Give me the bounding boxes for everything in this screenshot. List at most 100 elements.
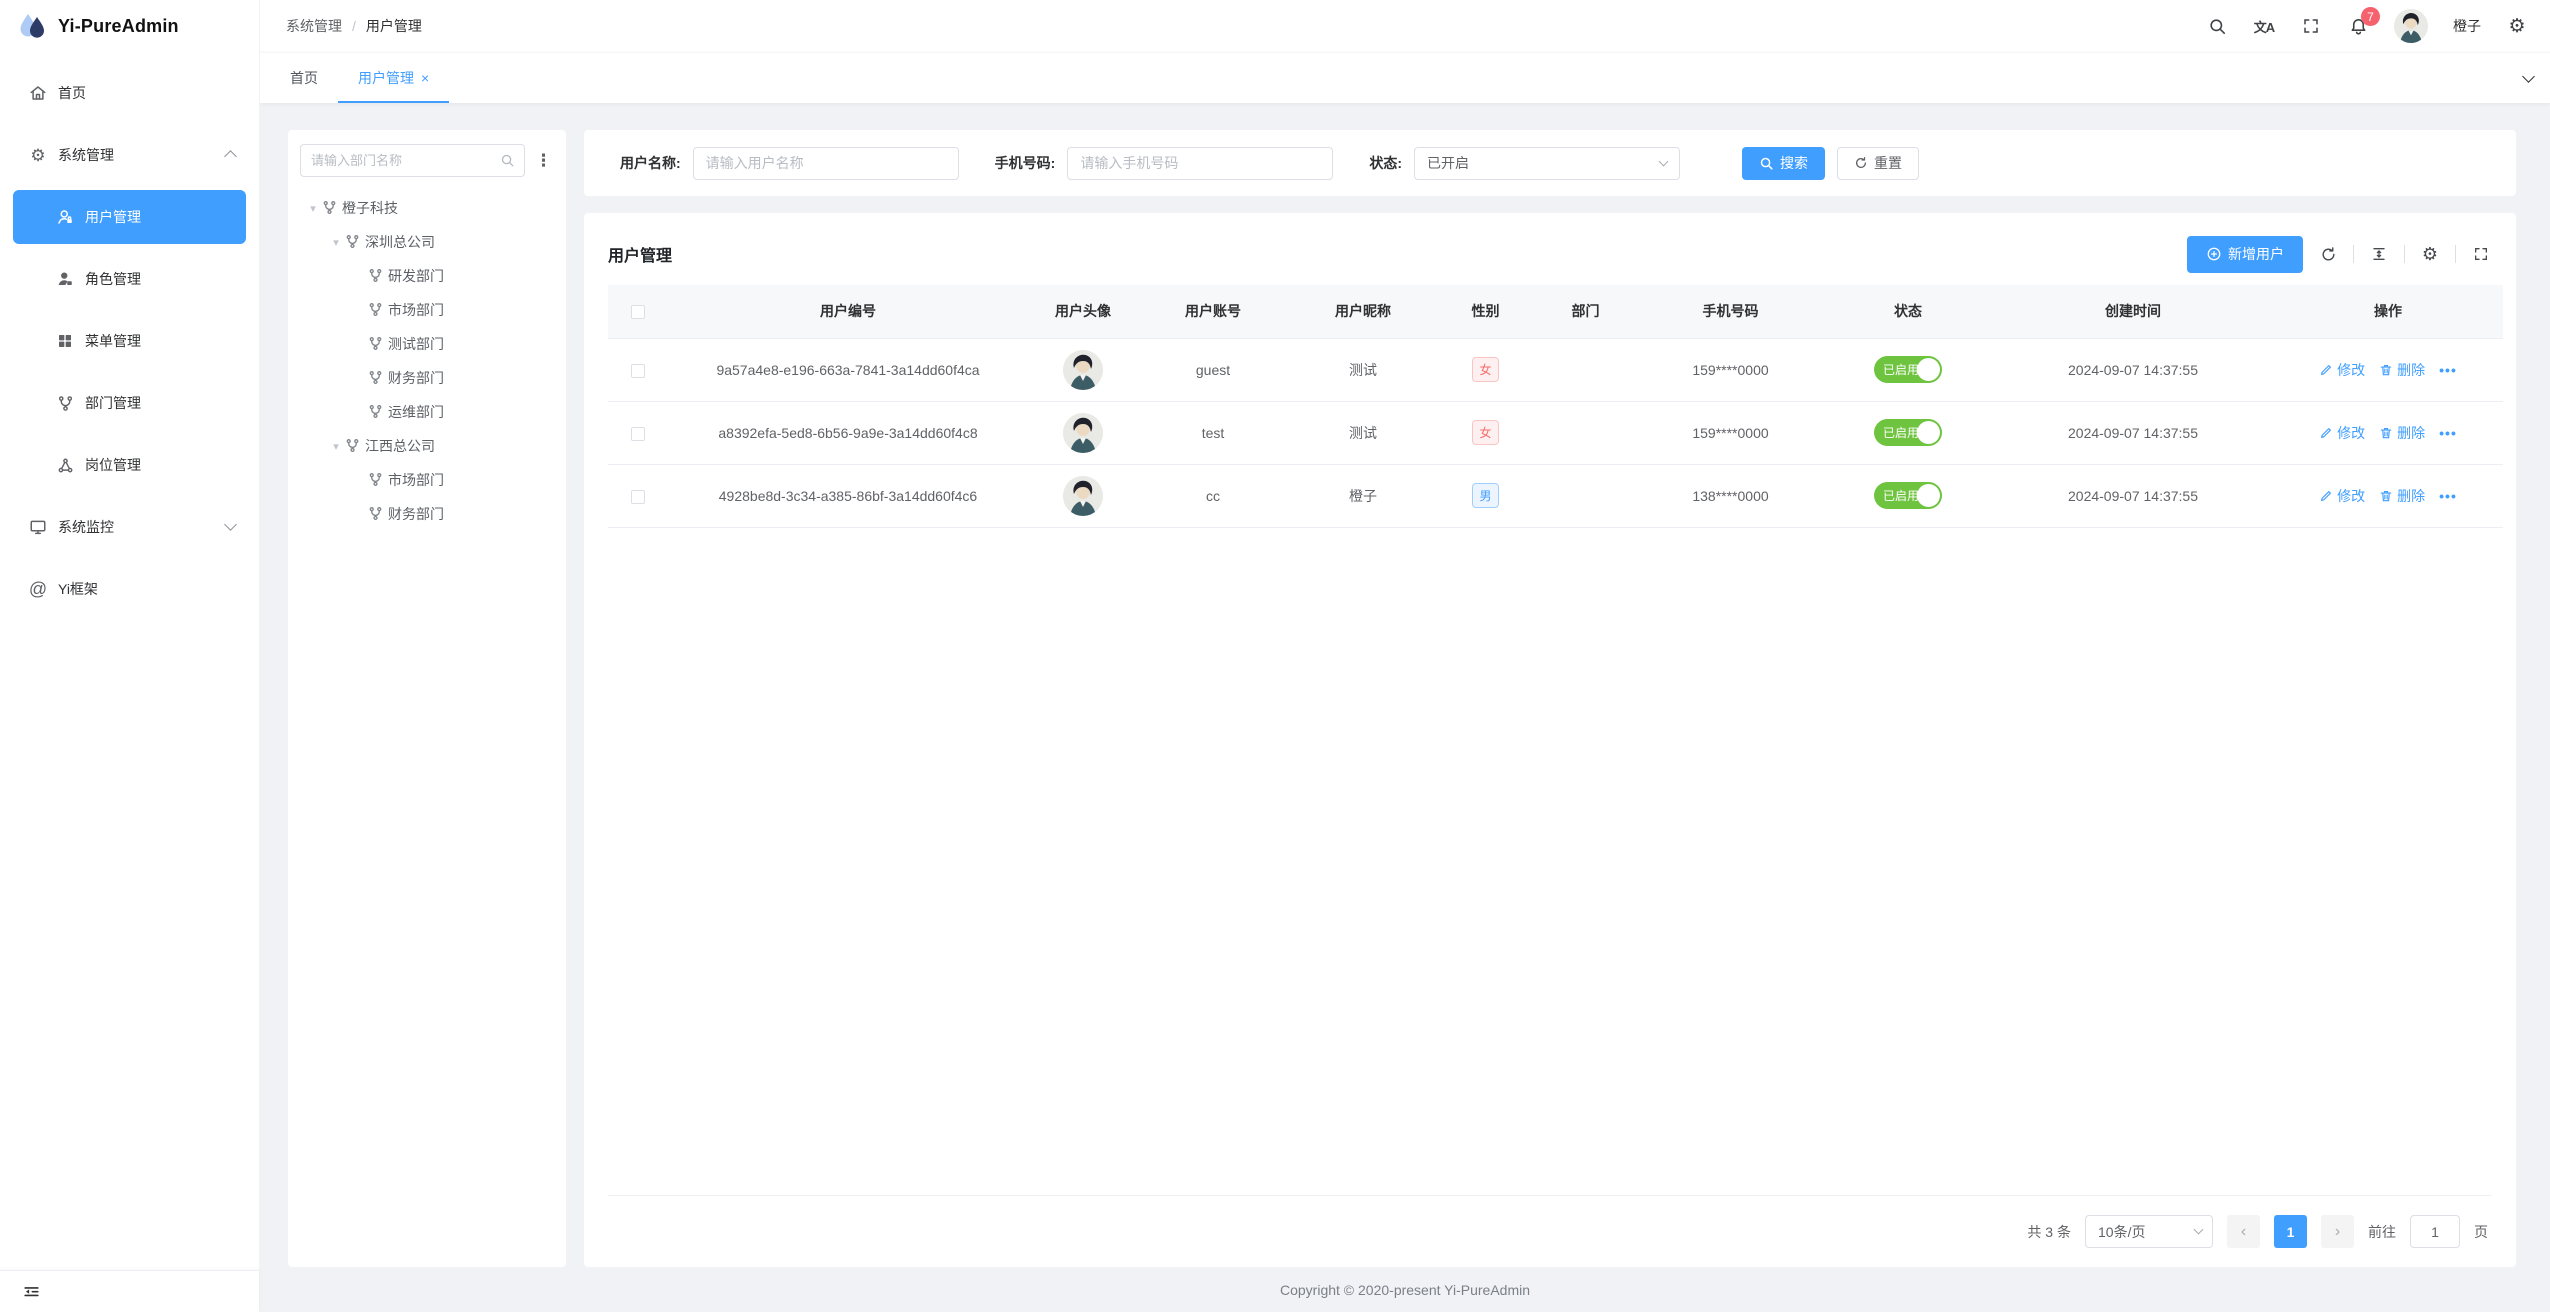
close-tab-icon[interactable]: × (421, 70, 429, 86)
pagination: 共 3 条 10条/页 ‹ 1 › 前往 页 (608, 1195, 2492, 1267)
user-avatar (1063, 350, 1103, 390)
phone-cell: 159****0000 (1638, 338, 1823, 401)
edit-link-label: 修改 (2337, 423, 2365, 443)
tree-node[interactable]: 市场部门 (300, 293, 556, 327)
row-checkbox[interactable] (631, 364, 645, 378)
sidebar-item-label: 系统管理 (58, 145, 114, 165)
row-density-icon[interactable] (2368, 243, 2390, 265)
goto-page-input[interactable] (2410, 1215, 2460, 1248)
notification-badge: 7 (2361, 7, 2380, 26)
sidebar-item-dept-management[interactable]: 部门管理 (0, 376, 259, 430)
settings-gear-icon[interactable]: ⚙ (2506, 15, 2528, 37)
delete-link[interactable]: 删除 (2379, 360, 2425, 380)
reset-button[interactable]: 重置 (1837, 147, 1919, 180)
search-button[interactable]: 搜索 (1742, 147, 1825, 180)
add-user-button-label: 新增用户 (2228, 244, 2284, 264)
caret-down-icon[interactable]: ▾ (327, 440, 345, 453)
more-actions-icon[interactable]: ••• (2439, 425, 2457, 441)
edit-link[interactable]: 修改 (2319, 486, 2365, 506)
status-toggle[interactable]: 已启用 (1874, 482, 1942, 509)
tab-user-management[interactable]: 用户管理 × (338, 53, 449, 103)
sidebar-item-label: 菜单管理 (85, 331, 141, 351)
column-settings-gear-icon[interactable]: ⚙ (2419, 243, 2441, 265)
tree-node[interactable]: ▾ 深圳总公司 (300, 225, 556, 259)
status-toggle-label: 已启用 (1883, 361, 1919, 378)
username-input[interactable] (693, 147, 959, 180)
sidebar-item-role-management[interactable]: 角色管理 (0, 252, 259, 306)
tree-node-label: 深圳总公司 (365, 232, 435, 252)
page-number-button[interactable]: 1 (2274, 1215, 2307, 1248)
bell-icon[interactable]: 7 (2347, 15, 2369, 37)
select-all-checkbox[interactable] (631, 305, 645, 319)
chevron-up-icon (224, 150, 237, 163)
collapse-sidebar-button[interactable] (22, 1282, 41, 1301)
page-size-select[interactable]: 10条/页 (2085, 1215, 2213, 1248)
more-actions-icon[interactable]: ••• (2439, 362, 2457, 378)
tree-node[interactable]: ▾ 江西总公司 (300, 429, 556, 463)
more-actions-icon[interactable]: ••• (2439, 488, 2457, 504)
prev-page-button[interactable]: ‹ (2227, 1215, 2260, 1248)
sidebar-item-system-monitor[interactable]: 系统监控 (0, 500, 259, 554)
phone-input[interactable] (1067, 147, 1333, 180)
delete-link[interactable]: 删除 (2379, 423, 2425, 443)
col-header-nickname: 用户昵称 (1288, 285, 1438, 338)
department-tree-panel: ⋮ ▾ 橙子科技 ▾ 深圳总公司 研发部门 市 (288, 130, 566, 1267)
caret-down-icon[interactable]: ▾ (327, 236, 345, 249)
tree-node[interactable]: ▾ 橙子科技 (300, 191, 556, 225)
refresh-icon[interactable] (2317, 243, 2339, 265)
sidebar-item-home[interactable]: 首页 (0, 66, 259, 120)
row-checkbox[interactable] (631, 490, 645, 504)
tree-node[interactable]: 运维部门 (300, 395, 556, 429)
created-cell: 2024-09-07 14:37:55 (1993, 464, 2273, 527)
tree-node[interactable]: 测试部门 (300, 327, 556, 361)
logo-row[interactable]: Yi-PureAdmin (0, 0, 259, 52)
delete-link[interactable]: 删除 (2379, 486, 2425, 506)
tree-node[interactable]: 财务部门 (300, 361, 556, 395)
fullscreen-icon[interactable] (2300, 15, 2322, 37)
created-cell: 2024-09-07 14:37:55 (1993, 401, 2273, 464)
branch-icon (345, 234, 362, 251)
pencil-icon (2319, 426, 2333, 440)
tree-node[interactable]: 市场部门 (300, 463, 556, 497)
next-page-button[interactable]: › (2321, 1215, 2354, 1248)
sidebar-item-menu-management[interactable]: 菜单管理 (0, 314, 259, 368)
search-icon[interactable] (2206, 15, 2228, 37)
sidebar-item-yi-frame[interactable]: @ Yi框架 (0, 562, 259, 616)
dept-search-input[interactable] (311, 153, 494, 168)
sidebar-item-label: Yi框架 (58, 579, 98, 599)
status-select[interactable]: 已开启 (1414, 147, 1680, 180)
edit-link[interactable]: 修改 (2319, 423, 2365, 443)
status-toggle[interactable]: 已启用 (1874, 356, 1942, 383)
account-cell: cc (1138, 464, 1288, 527)
edit-link-label: 修改 (2337, 360, 2365, 380)
avatar[interactable] (2394, 9, 2428, 43)
tree-node[interactable]: 财务部门 (300, 497, 556, 531)
chevron-left-icon: ‹ (2241, 1223, 2246, 1241)
tabs-bar: 首页 用户管理 × (260, 52, 2550, 103)
caret-down-icon[interactable]: ▾ (304, 202, 322, 215)
tabs-menu-chevron-icon[interactable] (2506, 53, 2550, 103)
edit-link[interactable]: 修改 (2319, 360, 2365, 380)
tab-home[interactable]: 首页 (270, 53, 338, 103)
sidebar-item-post-management[interactable]: 岗位管理 (0, 438, 259, 492)
sidebar-item-user-management[interactable]: 用户管理 (13, 190, 246, 244)
username[interactable]: 橙子 (2453, 16, 2481, 36)
sidebar-item-system-management[interactable]: ⚙ 系统管理 (0, 128, 259, 182)
app-window: Yi-PureAdmin 首页 ⚙ 系统管理 用户管理 (0, 0, 2550, 1312)
tree-node-label: 运维部门 (388, 402, 444, 422)
status-toggle[interactable]: 已启用 (1874, 419, 1942, 446)
user-id-cell: a8392efa-5ed8-6b56-9a9e-3a14dd60f4c8 (668, 401, 1028, 464)
search-icon (500, 153, 516, 168)
table-fullscreen-icon[interactable] (2470, 243, 2492, 265)
row-checkbox[interactable] (631, 427, 645, 441)
tree-node[interactable]: 研发部门 (300, 259, 556, 293)
branch-icon (368, 336, 385, 353)
content: ⋮ ▾ 橙子科技 ▾ 深圳总公司 研发部门 市 (260, 103, 2550, 1267)
tree-more-icon[interactable]: ⋮ (531, 151, 556, 171)
breadcrumb-item[interactable]: 系统管理 (286, 16, 342, 36)
translate-icon[interactable]: 文A (2253, 15, 2275, 37)
add-user-button[interactable]: 新增用户 (2187, 236, 2303, 273)
nickname-cell: 测试 (1288, 338, 1438, 401)
search-button-label: 搜索 (1780, 153, 1808, 173)
delete-link-label: 删除 (2397, 486, 2425, 506)
